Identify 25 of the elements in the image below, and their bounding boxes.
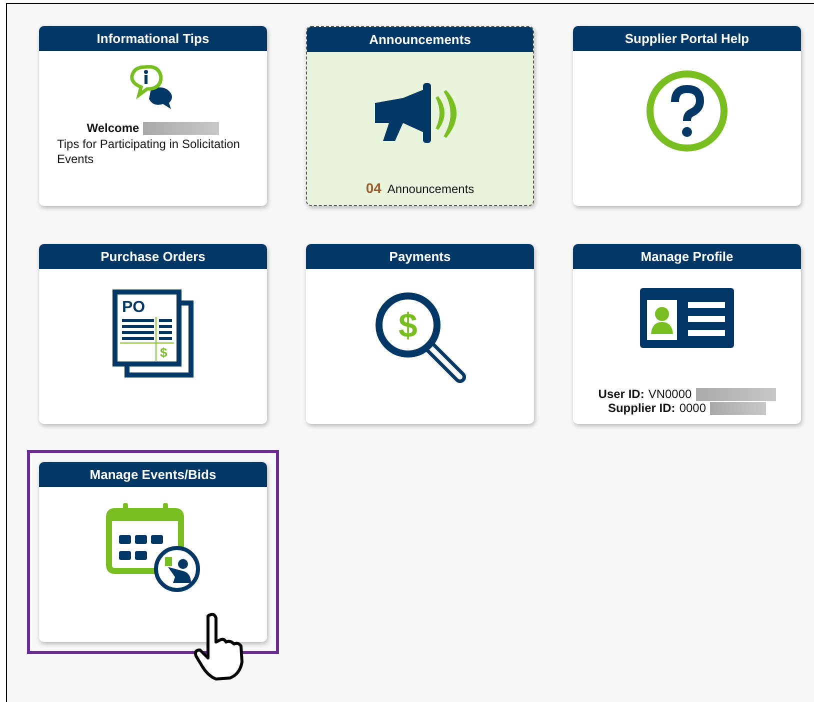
tile-header: Supplier Portal Help [573,26,801,51]
announcement-count: 04 [366,179,382,198]
tips-description: Tips for Participating in Solicitation Events [56,137,241,167]
tile-header: Announcements [307,27,533,52]
announcement-count-label: Announcements [387,181,474,198]
tile-card[interactable]: Announcements 04 Announcements [306,26,534,206]
tile-card[interactable]: Supplier Portal Help [573,26,801,206]
id-value: 0000 [679,401,706,415]
tile-header: Purchase Orders [39,244,267,269]
id-label: Supplier ID: [608,401,676,415]
id-card-icon [640,288,734,348]
welcome-text: Welcome [86,120,140,137]
tile-card[interactable]: Purchase Orders PO $ [39,244,267,424]
help-icon [645,69,729,153]
id-label: User ID: [598,387,644,401]
id-value: VN0000 [648,387,692,401]
tile-header: Informational Tips [39,26,267,51]
tile-card[interactable]: Informational Tips Welcome Tips for Participating in Solicitation Events [39,26,267,206]
tile-card[interactable]: Payments $ [306,244,534,424]
tile-card[interactable]: Manage Profile User ID: VN0000 Supplier ID: 0000 [573,244,801,424]
tile-header: Manage Events/Bids [39,462,267,487]
calendar-bidder-icon [105,501,201,593]
tile-header: Payments [306,244,534,269]
tile-header: Manage Profile [573,244,801,269]
tile-card[interactable]: Manage Events/Bids [39,462,267,642]
